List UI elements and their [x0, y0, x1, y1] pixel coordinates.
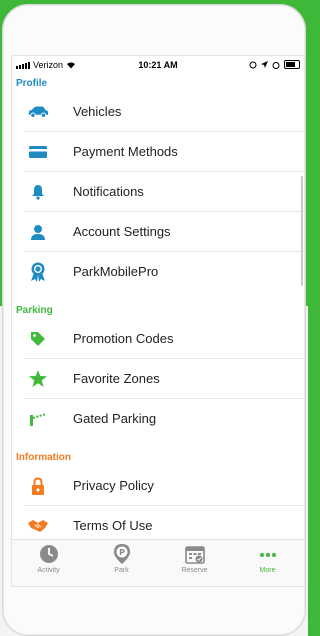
phone-frame: Verizon 10:21 AM Profile Vehicles Paymen… — [2, 4, 306, 636]
menu-item-label: Gated Parking — [73, 411, 157, 426]
status-bar: Verizon 10:21 AM — [12, 60, 304, 74]
tab-reserve[interactable]: Reserve — [158, 540, 231, 586]
menu-item-account-settings[interactable]: Account Settings — [24, 212, 304, 252]
section-title-information: Information — [16, 452, 71, 463]
section-title-profile: Profile — [16, 78, 48, 89]
car-icon — [27, 101, 49, 123]
svg-text:P: P — [119, 548, 125, 557]
tab-park[interactable]: P Park — [85, 540, 158, 586]
menu-item-privacy-policy[interactable]: Privacy Policy — [24, 466, 304, 506]
tab-label: Park — [114, 567, 129, 574]
menu-item-favorite-zones[interactable]: Favorite Zones — [24, 359, 304, 399]
menu-item-label: Promotion Codes — [73, 331, 174, 346]
parking-group: Promotion Codes Favorite Zones Gated Par… — [12, 319, 304, 438]
star-icon — [27, 368, 49, 390]
gate-icon — [27, 408, 49, 430]
menu-item-label: Account Settings — [73, 224, 171, 239]
tab-label: More — [259, 567, 276, 574]
parking-pin-icon: P — [113, 544, 130, 564]
tab-label: Reserve — [181, 567, 208, 574]
menu-item-terms-of-use[interactable]: Terms Of Use — [24, 506, 304, 540]
handshake-icon — [27, 515, 49, 537]
calendar-icon — [184, 546, 205, 564]
user-icon — [27, 221, 49, 243]
menu-item-label: ParkMobilePro — [73, 264, 159, 279]
award-ribbon-icon — [27, 261, 49, 283]
battery-icon — [284, 60, 300, 69]
menu-item-label: Vehicles — [73, 104, 122, 119]
profile-group: Vehicles Payment Methods Notifications A… — [12, 92, 304, 291]
tab-label: Activity — [37, 567, 60, 574]
status-icons — [249, 60, 300, 69]
orientation-lock-icon — [249, 61, 257, 68]
menu-item-parkmobilepro[interactable]: ParkMobilePro — [24, 252, 304, 291]
credit-card-icon — [27, 141, 49, 163]
menu-item-label: Favorite Zones — [73, 371, 160, 386]
menu-item-label: Notifications — [73, 184, 144, 199]
menu-item-label: Payment Methods — [73, 144, 178, 159]
tag-icon — [27, 328, 49, 350]
menu-item-vehicles[interactable]: Vehicles — [24, 92, 304, 132]
section-title-parking: Parking — [16, 305, 53, 316]
app-screen: Verizon 10:21 AM Profile Vehicles Paymen… — [11, 55, 305, 587]
clock-icon — [39, 545, 58, 563]
menu-item-gated-parking[interactable]: Gated Parking — [24, 399, 304, 438]
location-arrow-icon — [261, 61, 268, 68]
menu-item-label: Terms Of Use — [73, 518, 153, 533]
menu-item-label: Privacy Policy — [73, 478, 154, 493]
menu-list: Profile Vehicles Payment Methods Notific… — [12, 76, 304, 540]
menu-item-promotion-codes[interactable]: Promotion Codes — [24, 319, 304, 359]
menu-item-payment-methods[interactable]: Payment Methods — [24, 132, 304, 172]
tab-bar: Activity P Park Reserve More — [12, 539, 304, 586]
tab-more[interactable]: More — [231, 540, 304, 586]
more-dots-icon — [259, 553, 276, 557]
alarm-icon — [272, 61, 280, 69]
bell-icon — [27, 181, 49, 203]
menu-item-notifications[interactable]: Notifications — [24, 172, 304, 212]
tab-activity[interactable]: Activity — [12, 540, 85, 586]
information-group: Privacy Policy Terms Of Use — [12, 466, 304, 540]
scrollbar[interactable] — [301, 176, 303, 286]
lock-icon — [27, 475, 49, 497]
